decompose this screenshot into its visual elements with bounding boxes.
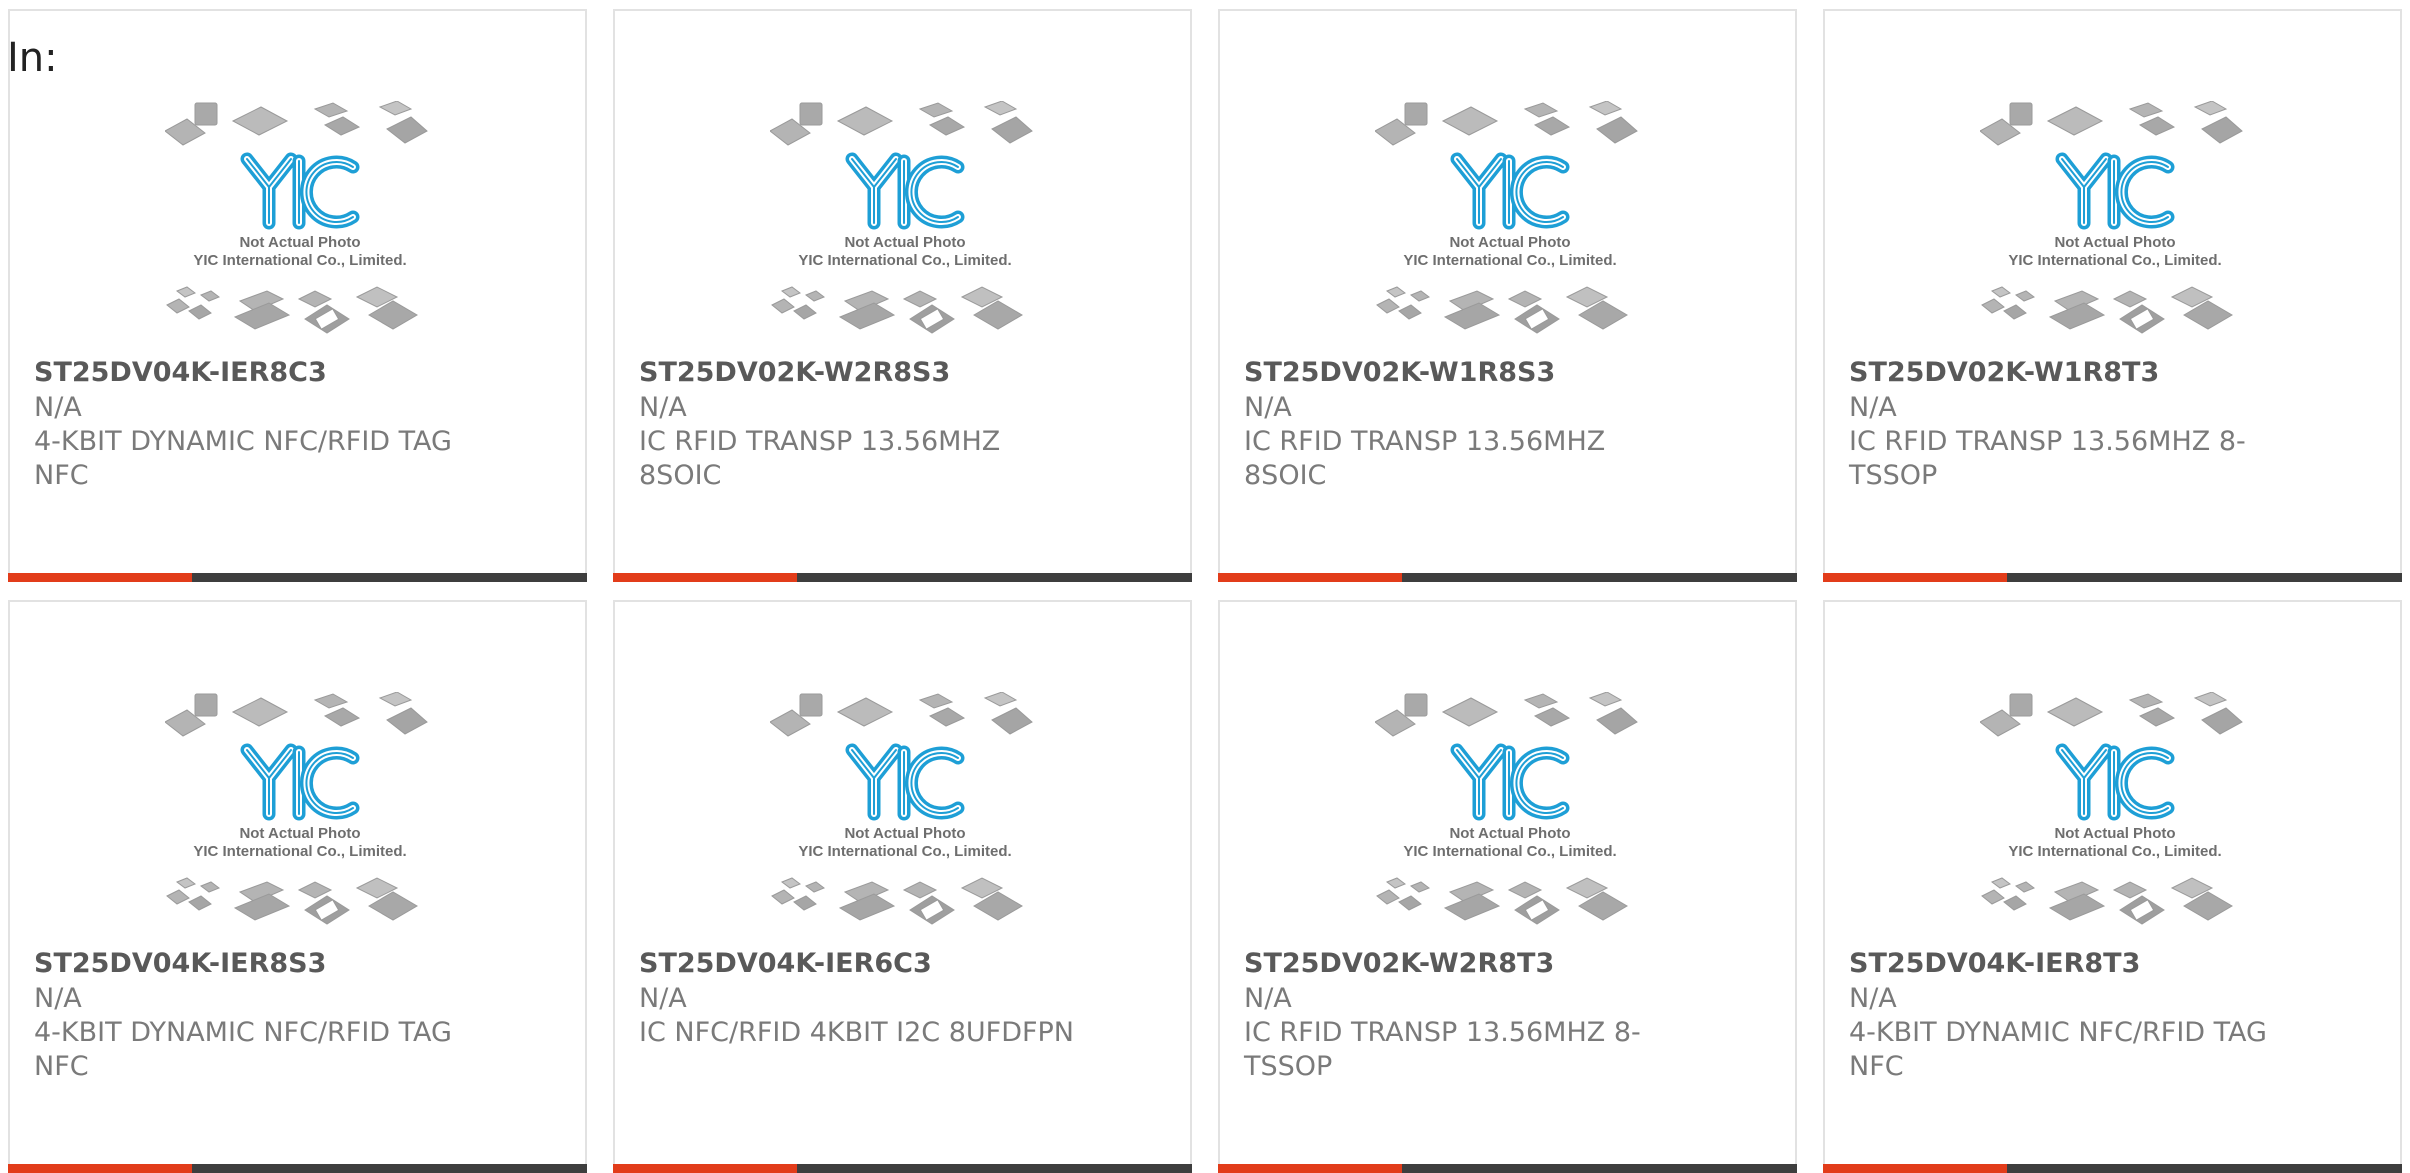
product-info: ST25DV04K-IER8C3 N/A 4-KBIT DYNAMIC NFC/…: [34, 355, 561, 493]
card-bottom-bar: [1823, 1164, 2402, 1173]
product-info: ST25DV02K-W2R8S3 N/A IC RFID TRANSP 13.5…: [639, 355, 1166, 493]
product-description: IC NFC/RFID 4KBIT I2C 8UFDFPN: [639, 1017, 1074, 1048]
product-placeholder-image: Not Actual Photo YIC International Co., …: [770, 692, 1040, 942]
manufacturer: N/A: [639, 392, 687, 423]
placeholder-caption-line1: Not Actual Photo: [239, 825, 360, 842]
part-number-link[interactable]: ST25DV02K-W1R8T3: [1849, 355, 2376, 391]
placeholder-caption-line1: Not Actual Photo: [844, 234, 965, 251]
card-bottom-bar: [8, 573, 587, 582]
card-bottom-bar: [613, 1164, 1192, 1173]
placeholder-caption-line1: Not Actual Photo: [2054, 234, 2175, 251]
product-placeholder-image: Not Actual Photo YIC International Co., …: [770, 101, 1040, 351]
product-description: 4-KBIT DYNAMIC NFC/RFID TAG NFC: [1849, 1017, 2267, 1082]
placeholder-caption-line1: Not Actual Photo: [1449, 234, 1570, 251]
product-description: IC RFID TRANSP 13.56MHZ 8-TSSOP: [1244, 1017, 1641, 1082]
product-description: IC RFID TRANSP 13.56MHZ 8SOIC: [1244, 426, 1606, 491]
part-number-link[interactable]: ST25DV04K-IER8C3: [34, 355, 561, 391]
placeholder-caption-line1: Not Actual Photo: [844, 825, 965, 842]
placeholder-caption-line1: Not Actual Photo: [2054, 825, 2175, 842]
card-accent-bar: [1823, 1164, 2008, 1173]
product-info: ST25DV04K-IER8S3 N/A 4-KBIT DYNAMIC NFC/…: [34, 946, 561, 1084]
manufacturer: N/A: [639, 983, 687, 1014]
chip-packages-placeholder-icon: Not Actual Photo YIC International Co., …: [1375, 692, 1638, 925]
product-card[interactable]: Not Actual Photo YIC International Co., …: [8, 9, 587, 582]
card-accent-bar: [1218, 1164, 1403, 1173]
product-card[interactable]: Not Actual Photo YIC International Co., …: [1823, 9, 2402, 582]
chip-packages-placeholder-icon: Not Actual Photo YIC International Co., …: [165, 692, 428, 925]
placeholder-caption-line1: Not Actual Photo: [1449, 825, 1570, 842]
chip-packages-placeholder-icon: Not Actual Photo YIC International Co., …: [770, 692, 1033, 925]
product-description: 4-KBIT DYNAMIC NFC/RFID TAG NFC: [34, 1017, 452, 1082]
product-card[interactable]: Not Actual Photo YIC International Co., …: [1218, 600, 1797, 1173]
product-placeholder-image: Not Actual Photo YIC International Co., …: [165, 692, 435, 942]
product-description: IC RFID TRANSP 13.56MHZ 8-TSSOP: [1849, 426, 2246, 491]
placeholder-caption-line2: YIC International Co., Limited.: [1403, 252, 1616, 269]
chip-packages-placeholder-icon: Not Actual Photo YIC International Co., …: [1980, 101, 2243, 334]
placeholder-caption-line2: YIC International Co., Limited.: [193, 252, 406, 269]
card-accent-bar: [8, 1164, 193, 1173]
card-accent-bar: [8, 573, 193, 582]
chip-packages-placeholder-icon: Not Actual Photo YIC International Co., …: [770, 101, 1033, 334]
placeholder-caption-line2: YIC International Co., Limited.: [193, 843, 406, 860]
manufacturer: N/A: [34, 392, 82, 423]
product-info: ST25DV04K-IER6C3 N/A IC NFC/RFID 4KBIT I…: [639, 946, 1166, 1050]
placeholder-caption-line2: YIC International Co., Limited.: [798, 843, 1011, 860]
product-description: 4-KBIT DYNAMIC NFC/RFID TAG NFC: [34, 426, 452, 491]
product-placeholder-image: Not Actual Photo YIC International Co., …: [165, 101, 435, 351]
placeholder-caption-line2: YIC International Co., Limited.: [2008, 252, 2221, 269]
part-number-link[interactable]: ST25DV04K-IER6C3: [639, 946, 1166, 982]
part-number-link[interactable]: ST25DV04K-IER8S3: [34, 946, 561, 982]
product-card[interactable]: Not Actual Photo YIC International Co., …: [8, 600, 587, 1173]
product-info: ST25DV04K-IER8T3 N/A 4-KBIT DYNAMIC NFC/…: [1849, 946, 2376, 1084]
placeholder-caption-line2: YIC International Co., Limited.: [798, 252, 1011, 269]
product-card[interactable]: Not Actual Photo YIC International Co., …: [1823, 600, 2402, 1173]
part-number-link[interactable]: ST25DV02K-W2R8S3: [639, 355, 1166, 391]
card-bottom-bar: [613, 573, 1192, 582]
manufacturer: N/A: [1849, 983, 1897, 1014]
manufacturer: N/A: [1849, 392, 1897, 423]
product-description: IC RFID TRANSP 13.56MHZ 8SOIC: [639, 426, 1001, 491]
product-card[interactable]: Not Actual Photo YIC International Co., …: [613, 600, 1192, 1173]
card-bottom-bar: [1218, 573, 1797, 582]
product-card[interactable]: Not Actual Photo YIC International Co., …: [613, 9, 1192, 582]
card-accent-bar: [1823, 573, 2008, 582]
card-bottom-bar: [1823, 573, 2402, 582]
product-placeholder-image: Not Actual Photo YIC International Co., …: [1980, 101, 2250, 351]
product-card[interactable]: Not Actual Photo YIC International Co., …: [1218, 9, 1797, 582]
placeholder-caption-line2: YIC International Co., Limited.: [2008, 843, 2221, 860]
manufacturer: N/A: [1244, 392, 1292, 423]
product-info: ST25DV02K-W1R8T3 N/A IC RFID TRANSP 13.5…: [1849, 355, 2376, 493]
product-placeholder-image: Not Actual Photo YIC International Co., …: [1375, 692, 1645, 942]
product-info: ST25DV02K-W2R8T3 N/A IC RFID TRANSP 13.5…: [1244, 946, 1771, 1084]
chip-packages-placeholder-icon: Not Actual Photo YIC International Co., …: [1375, 101, 1638, 334]
card-accent-bar: [613, 573, 798, 582]
chip-packages-placeholder-icon: Not Actual Photo YIC International Co., …: [1980, 692, 2243, 925]
card-accent-bar: [1218, 573, 1403, 582]
part-number-link[interactable]: ST25DV02K-W2R8T3: [1244, 946, 1771, 982]
part-number-link[interactable]: ST25DV04K-IER8T3: [1849, 946, 2376, 982]
page-label: In:: [7, 35, 58, 81]
card-bottom-bar: [8, 1164, 587, 1173]
part-number-link[interactable]: ST25DV02K-W1R8S3: [1244, 355, 1771, 391]
manufacturer: N/A: [1244, 983, 1292, 1014]
product-placeholder-image: Not Actual Photo YIC International Co., …: [1375, 101, 1645, 351]
placeholder-caption-line1: Not Actual Photo: [239, 234, 360, 251]
card-bottom-bar: [1218, 1164, 1797, 1173]
placeholder-caption-line2: YIC International Co., Limited.: [1403, 843, 1616, 860]
product-info: ST25DV02K-W1R8S3 N/A IC RFID TRANSP 13.5…: [1244, 355, 1771, 493]
card-accent-bar: [613, 1164, 798, 1173]
chip-packages-placeholder-icon: Not Actual Photo YIC International Co., …: [165, 101, 428, 334]
product-grid: Not Actual Photo YIC International Co., …: [8, 9, 2402, 1173]
product-placeholder-image: Not Actual Photo YIC International Co., …: [1980, 692, 2250, 942]
manufacturer: N/A: [34, 983, 82, 1014]
